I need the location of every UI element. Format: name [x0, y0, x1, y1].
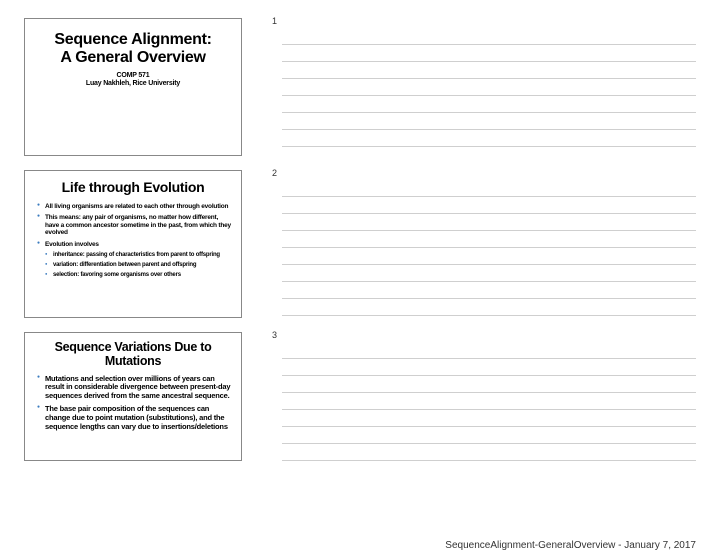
slide-title: Sequence Alignment: A General Overview	[35, 31, 231, 66]
handout-page: Sequence Alignment: A General Overview C…	[0, 0, 720, 461]
slide-title: Sequence Variations Due to Mutations	[35, 341, 231, 369]
note-line	[282, 342, 696, 359]
slide-number: 3	[272, 330, 277, 340]
slide-row: Sequence Alignment: A General Overview C…	[24, 18, 696, 156]
note-line	[282, 62, 696, 79]
bullet-item: The base pair composition of the sequenc…	[37, 405, 231, 431]
note-line	[282, 28, 696, 45]
note-line	[282, 393, 696, 410]
title-line-1: Sequence Alignment:	[54, 31, 211, 48]
bullet-item: Mutations and selection over millions of…	[37, 375, 231, 401]
sub-bullet-item: inheritance: passing of characteristics …	[37, 252, 231, 259]
course-code: COMP 571	[35, 72, 231, 79]
note-line	[282, 265, 696, 282]
note-line	[282, 45, 696, 62]
note-line	[282, 214, 696, 231]
note-line	[282, 282, 696, 299]
bullet-item: Evolution involves	[37, 241, 231, 248]
notes-area	[282, 18, 696, 156]
note-line	[282, 376, 696, 393]
bullet-item: This means: any pair of organisms, no ma…	[37, 214, 231, 236]
slide-number: 2	[272, 168, 277, 178]
note-line	[282, 197, 696, 214]
sub-bullet-item: selection: favoring some organisms over …	[37, 272, 231, 279]
note-line	[282, 299, 696, 316]
note-line	[282, 130, 696, 147]
note-line	[282, 231, 696, 248]
bullet-item: All living organisms are related to each…	[37, 203, 231, 210]
note-line	[282, 410, 696, 427]
slide-row: Life through Evolution All living organi…	[24, 170, 696, 318]
notes-area	[282, 170, 696, 318]
bullet-list: Mutations and selection over millions of…	[35, 375, 231, 432]
slide-row: Sequence Variations Due to Mutations Mut…	[24, 332, 696, 461]
sub-bullet-item: variation: differentiation between paren…	[37, 262, 231, 269]
author-line: Luay Nakhleh, Rice University	[35, 80, 231, 87]
note-line	[282, 96, 696, 113]
note-line	[282, 79, 696, 96]
title-line-2: A General Overview	[60, 49, 205, 66]
note-line	[282, 113, 696, 130]
slide-1: Sequence Alignment: A General Overview C…	[24, 18, 242, 156]
note-line	[282, 427, 696, 444]
slide-number: 1	[272, 16, 277, 26]
notes-area	[282, 332, 696, 461]
slide-2: Life through Evolution All living organi…	[24, 170, 242, 318]
bullet-list: All living organisms are related to each…	[35, 203, 231, 279]
title-line-1: Sequence Variations Due to	[55, 340, 212, 354]
note-line	[282, 444, 696, 461]
note-line	[282, 359, 696, 376]
note-line	[282, 180, 696, 197]
title-line-2: Mutations	[105, 354, 161, 368]
note-line	[282, 248, 696, 265]
slide-title: Life through Evolution	[35, 179, 231, 195]
page-footer: SequenceAlignment-GeneralOverview - Janu…	[445, 540, 696, 551]
slide-3: Sequence Variations Due to Mutations Mut…	[24, 332, 242, 461]
